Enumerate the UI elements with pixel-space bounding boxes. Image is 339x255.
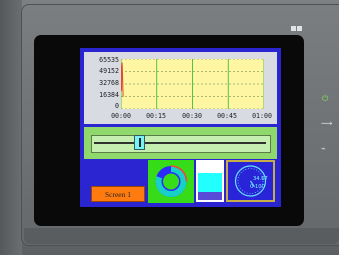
trend-chart-svg bbox=[120, 58, 265, 110]
donut-center bbox=[163, 173, 179, 190]
donut-indicator-panel bbox=[148, 160, 194, 203]
slider-inset bbox=[91, 135, 271, 153]
x-tick-0030: 00:30 bbox=[182, 112, 202, 120]
logo-mark-2 bbox=[297, 26, 302, 31]
y-tick-65535: 65535 bbox=[99, 56, 119, 64]
slider-thumb-grip bbox=[139, 138, 142, 147]
x-tick-0045: 00:45 bbox=[217, 112, 237, 120]
x-tick-0100: 01:00 bbox=[252, 112, 272, 120]
level-indicator bbox=[196, 160, 224, 202]
brand-logo bbox=[291, 16, 303, 35]
gauge-min-label: 0 bbox=[250, 184, 254, 190]
level-base bbox=[198, 192, 222, 200]
x-tick-0000: 00:00 bbox=[111, 112, 131, 120]
slider-track[interactable] bbox=[94, 142, 266, 144]
device-left-edge bbox=[0, 0, 22, 255]
comm-icon: ⌁ bbox=[321, 144, 326, 153]
screen-1-button[interactable]: Screen 1 bbox=[91, 186, 145, 202]
y-tick-32768: 32768 bbox=[99, 79, 119, 87]
y-tick-16384: 16384 bbox=[99, 91, 119, 99]
gauge-value: 34.67 bbox=[253, 176, 268, 182]
slider-thumb[interactable] bbox=[134, 135, 146, 150]
donut-indicator bbox=[155, 165, 188, 197]
y-tick-0: 0 bbox=[115, 102, 119, 110]
trend-chart bbox=[120, 58, 265, 110]
device-bottom-lip bbox=[24, 228, 339, 244]
power-icon: ⏻ bbox=[322, 94, 329, 103]
slider-panel bbox=[84, 127, 277, 159]
logo-mark-1 bbox=[291, 26, 296, 31]
hmi-screen: 65535 49152 32768 16384 0 00:00 00:15 00… bbox=[80, 48, 281, 207]
run-icon: ⟿ bbox=[321, 119, 333, 128]
gauge-panel: 34.67 0 100 bbox=[226, 160, 275, 202]
gauge-max-label: 100 bbox=[255, 184, 265, 190]
x-tick-0015: 00:15 bbox=[146, 112, 166, 120]
y-tick-49152: 49152 bbox=[99, 67, 119, 75]
trend-chart-panel: 65535 49152 32768 16384 0 00:00 00:15 00… bbox=[84, 52, 277, 124]
